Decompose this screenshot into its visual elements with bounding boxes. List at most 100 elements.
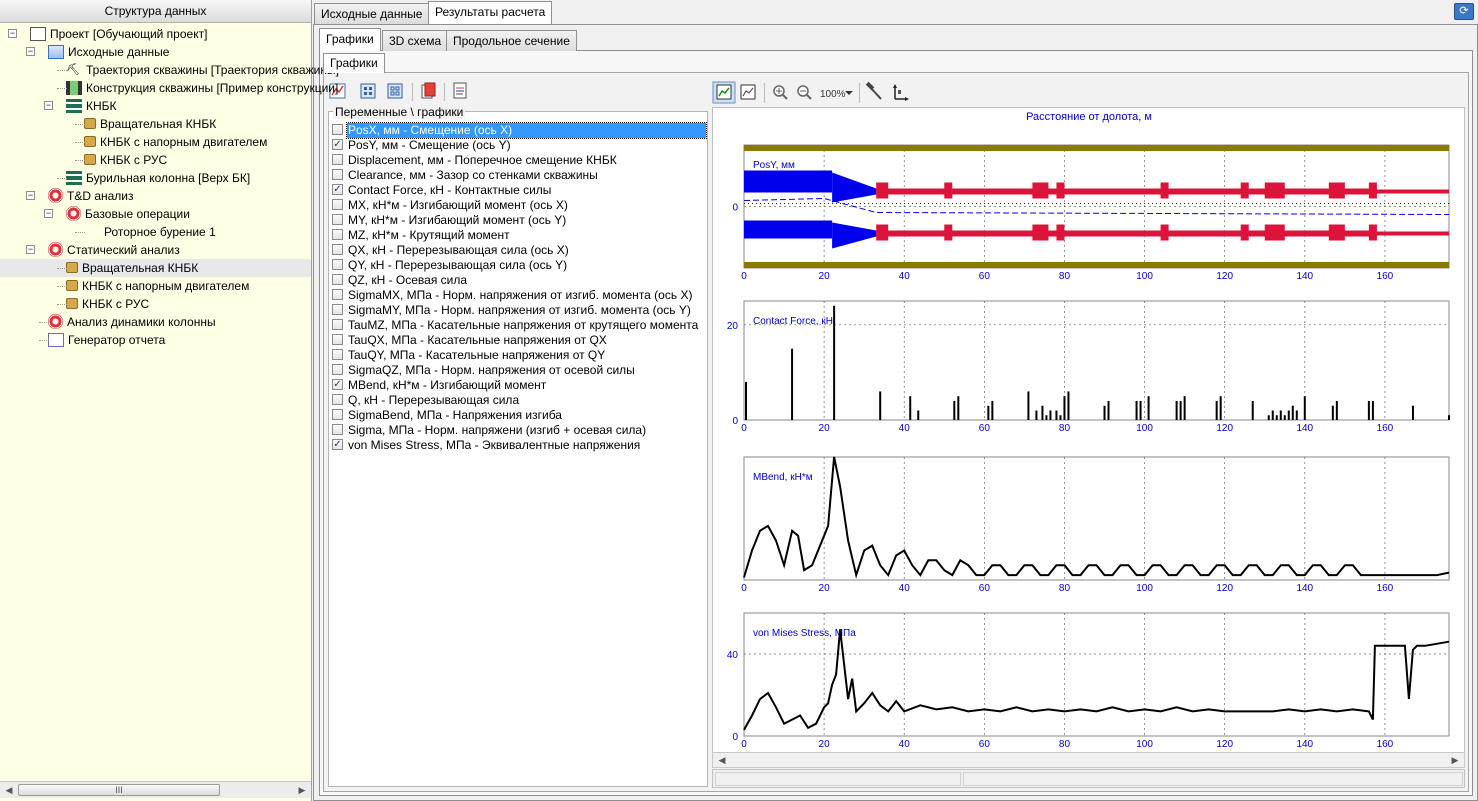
- variable-checkbox[interactable]: ✓: [332, 439, 343, 450]
- axis-icon[interactable]: [893, 84, 909, 101]
- tree-collapse-icon[interactable]: −: [26, 47, 35, 56]
- tree-item[interactable]: Конструкция скважины [Пример конструкции…: [66, 79, 338, 97]
- tree-horizontal-scrollbar[interactable]: ◀ III ▶: [0, 781, 311, 798]
- variable-checkbox[interactable]: [332, 154, 343, 165]
- series-label: Contact Force, кН: [753, 316, 833, 327]
- tree-item[interactable]: T&D анализ: [48, 187, 134, 205]
- variable-item[interactable]: ✓ MBend, кН*м - Изгибающий момент: [332, 378, 706, 393]
- variable-item[interactable]: PosX, мм - Смещение (ось X): [332, 122, 707, 139]
- variable-checkbox[interactable]: [332, 334, 343, 345]
- variable-item[interactable]: MZ, кН*м - Крутящий момент: [332, 228, 706, 243]
- variable-checkbox[interactable]: [332, 259, 343, 270]
- variable-checkbox[interactable]: [332, 394, 343, 405]
- variable-checkbox[interactable]: [332, 169, 343, 180]
- check-all-icon[interactable]: [360, 83, 376, 99]
- tree-item[interactable]: КНБК с напорным двигателем: [66, 277, 249, 295]
- tree-item[interactable]: Бурильная колонна [Верх БК]: [66, 169, 250, 187]
- variable-checkbox[interactable]: [332, 244, 343, 255]
- tree-item[interactable]: КНБК с напорным двигателем: [84, 133, 267, 151]
- variable-checkbox[interactable]: ✓: [332, 139, 343, 150]
- variable-item[interactable]: SigmaMY, МПа - Норм. напряжения от изгиб…: [332, 303, 706, 318]
- plot-scroll-right-icon[interactable]: ▶: [1448, 754, 1462, 766]
- variable-item[interactable]: ✓ PosY, мм - Смещение (ось Y): [332, 138, 706, 153]
- uncheck-all-icon[interactable]: [387, 83, 403, 99]
- scroll-left-icon[interactable]: ◀: [2, 784, 16, 796]
- tree-collapse-icon[interactable]: −: [26, 191, 35, 200]
- variable-item[interactable]: TauMZ, МПа - Касательные напряжения от к…: [332, 318, 706, 333]
- contact-force-bar: [745, 381, 748, 420]
- tree-item[interactable]: Роторное бурение 1: [84, 223, 216, 241]
- chart-report-icon[interactable]: [453, 82, 467, 99]
- tree-collapse-icon[interactable]: −: [44, 209, 53, 218]
- scroll-thumb[interactable]: III: [18, 784, 220, 796]
- tab-graphs-inner[interactable]: Графики: [323, 53, 385, 73]
- tree-item[interactable]: Проект [Обучающий проект]: [30, 25, 207, 43]
- zoom-out-icon[interactable]: [797, 85, 812, 100]
- variable-checkbox[interactable]: [332, 289, 343, 300]
- variable-checkbox[interactable]: [332, 349, 343, 360]
- variable-checkbox[interactable]: [332, 319, 343, 330]
- chart-settings-icon[interactable]: [712, 81, 736, 104]
- variable-item[interactable]: SigmaQZ, МПа - Норм. напряжения от осево…: [332, 363, 706, 378]
- copy-chart-icon[interactable]: [421, 82, 436, 99]
- tree-item[interactable]: Анализ динамики колонны: [48, 313, 216, 331]
- tab-graphs[interactable]: Графики: [319, 28, 381, 51]
- tree-item[interactable]: КНБК: [66, 97, 117, 115]
- variable-item[interactable]: SigmaBend, МПа - Напряжения изгиба: [332, 408, 706, 423]
- variable-checkbox[interactable]: [332, 424, 343, 435]
- variable-item[interactable]: QY, кН - Перерезывающая сила (ось Y): [332, 258, 706, 273]
- scroll-right-icon[interactable]: ▶: [295, 784, 309, 796]
- hammer-icon[interactable]: [865, 81, 882, 100]
- tree-item[interactable]: КНБК с РУС: [84, 151, 167, 169]
- tab-calculation-results[interactable]: Результаты расчета: [428, 1, 553, 24]
- variable-item[interactable]: TauQY, МПа - Касательные напряжения от Q…: [332, 348, 706, 363]
- tree-item[interactable]: Исходные данные: [48, 43, 169, 61]
- zoom-in-icon[interactable]: [773, 85, 788, 100]
- variable-item[interactable]: MX, кН*м - Изгибающий момент (ось X): [332, 198, 706, 213]
- data-structure-header: Структура данных: [0, 0, 311, 23]
- zoom-level-label[interactable]: 100%: [820, 89, 846, 100]
- variable-item[interactable]: ✓ Contact Force, кН - Контактные силы: [332, 183, 706, 198]
- variable-item[interactable]: SigmaMX, МПа - Норм. напряжения от изгиб…: [332, 288, 706, 303]
- variable-checkbox[interactable]: [332, 124, 343, 135]
- variable-item[interactable]: TauQX, МПа - Касательные напряжения от Q…: [332, 333, 706, 348]
- variable-checkbox[interactable]: [332, 199, 343, 210]
- chart-export-icon[interactable]: [740, 84, 756, 100]
- variable-item[interactable]: QZ, кН - Осевая сила: [332, 273, 706, 288]
- tree-item[interactable]: Вращательная КНБК: [84, 115, 216, 133]
- variable-item[interactable]: QX, кН - Перерезывающая сила (ось X): [332, 243, 706, 258]
- tree-item[interactable]: Вращательная КНБК: [0, 259, 311, 277]
- tree-item[interactable]: Базовые операции: [66, 205, 190, 223]
- variable-checkbox[interactable]: [332, 274, 343, 285]
- tree-item[interactable]: Статический анализ: [48, 241, 180, 259]
- x-tick-label: 120: [1216, 583, 1233, 594]
- plot-area[interactable]: Расстояние от долота, м 0 20 40 60 80 100 120 1…: [712, 107, 1465, 767]
- variable-item[interactable]: Clearance, мм - Зазор со стенками скважи…: [332, 168, 706, 183]
- plot-scroll-left-icon[interactable]: ◀: [715, 754, 729, 766]
- tree-item[interactable]: ⛏ Траектория скважины [Траектория скважин…: [66, 61, 339, 79]
- variable-checkbox[interactable]: ✓: [332, 184, 343, 195]
- zoom-dropdown-icon[interactable]: [845, 91, 853, 95]
- contact-force-bar: [1067, 391, 1070, 420]
- tree-collapse-icon[interactable]: −: [44, 101, 53, 110]
- variable-item[interactable]: Q, кН - Перерезывающая сила: [332, 393, 706, 408]
- tab-source-data[interactable]: Исходные данные: [314, 3, 430, 24]
- tree-item[interactable]: КНБК с РУС: [66, 295, 149, 313]
- tab-3d-scheme[interactable]: 3D схема: [382, 30, 449, 51]
- variable-checkbox[interactable]: [332, 229, 343, 240]
- variable-checkbox[interactable]: [332, 214, 343, 225]
- variable-item[interactable]: Sigma, МПа - Норм. напряжени (изгиб + ос…: [332, 423, 706, 438]
- variable-checkbox[interactable]: ✓: [332, 379, 343, 390]
- variable-checkbox[interactable]: [332, 364, 343, 375]
- variable-item[interactable]: Displacement, мм - Поперечное смещение К…: [332, 153, 706, 168]
- refresh-button[interactable]: ⟳: [1454, 3, 1474, 20]
- variable-item[interactable]: MY, кН*м - Изгибающий момент (ось Y): [332, 213, 706, 228]
- tree-item[interactable]: Генератор отчета: [48, 331, 165, 349]
- tree-collapse-icon[interactable]: −: [8, 29, 17, 38]
- tree-collapse-icon[interactable]: −: [26, 245, 35, 254]
- plot-horizontal-scrollbar[interactable]: ◀ ▶: [712, 752, 1465, 768]
- variable-checkbox[interactable]: [332, 304, 343, 315]
- variable-checkbox[interactable]: [332, 409, 343, 420]
- tab-longitudinal-section[interactable]: Продольное сечение: [446, 30, 577, 51]
- variable-item[interactable]: ✓ von Mises Stress, МПа - Эквивалентные н…: [332, 438, 706, 453]
